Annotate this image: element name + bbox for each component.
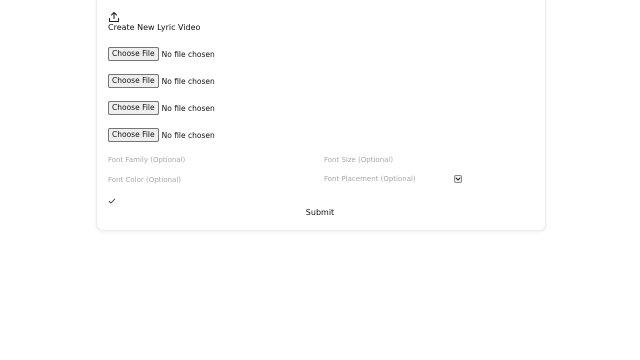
chevron-down-icon[interactable]: [454, 175, 462, 183]
file-status: No file chosen: [161, 130, 215, 140]
font-family-input[interactable]: [108, 154, 308, 166]
choose-file-button[interactable]: Choose File: [108, 128, 159, 142]
file-input-3[interactable]: Choose File No file chosen: [108, 101, 215, 115]
font-placement-select[interactable]: Font Placement (Optional): [324, 174, 462, 186]
font-placement-selected: Font Placement (Optional): [324, 175, 416, 183]
file-input-4[interactable]: Choose File No file chosen: [108, 128, 215, 142]
font-color-input[interactable]: [108, 174, 308, 186]
file-status: No file chosen: [161, 103, 215, 113]
upload-icon: [108, 11, 120, 23]
choose-file-button[interactable]: Choose File: [108, 101, 159, 115]
choose-file-button[interactable]: Choose File: [108, 74, 159, 88]
form-title: Create New Lyric Video: [108, 23, 201, 32]
choose-file-button[interactable]: Choose File: [108, 47, 159, 61]
file-status: No file chosen: [161, 76, 215, 86]
checkmark-icon[interactable]: [108, 197, 116, 205]
submit-button[interactable]: Submit: [300, 206, 340, 218]
file-input-1[interactable]: Choose File No file chosen: [108, 47, 215, 61]
form-card: [96, 0, 546, 231]
font-size-input[interactable]: [324, 154, 524, 166]
file-input-2[interactable]: Choose File No file chosen: [108, 74, 215, 88]
file-status: No file chosen: [161, 49, 215, 59]
